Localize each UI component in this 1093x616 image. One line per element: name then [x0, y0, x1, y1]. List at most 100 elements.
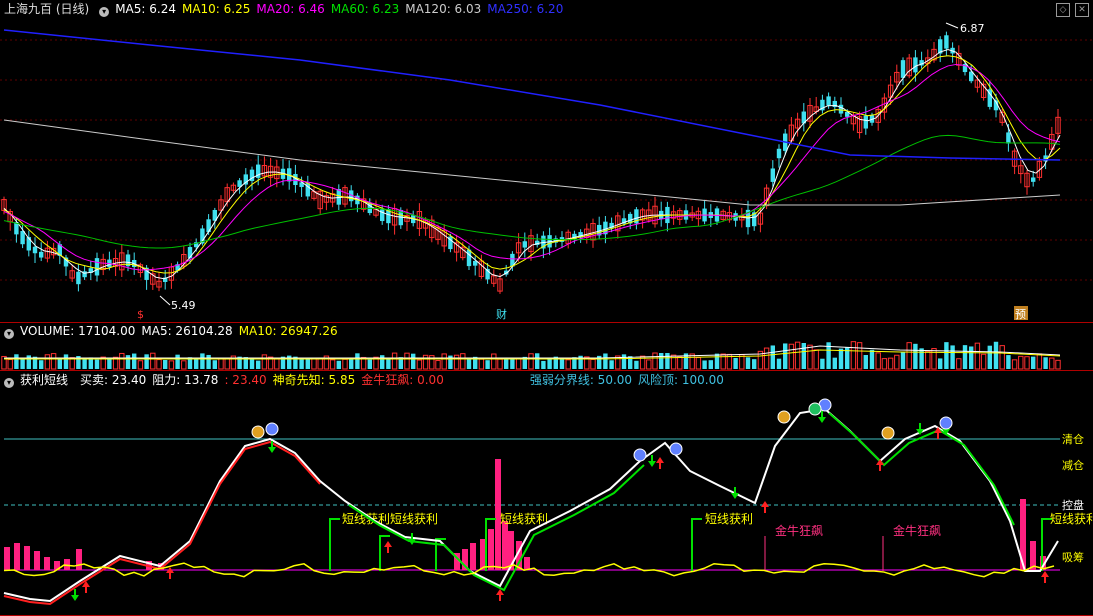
- volume-bar: [168, 360, 175, 370]
- sell-arrow-icon: [71, 595, 79, 601]
- volume-bar: [367, 359, 372, 369]
- low-price-label: 5.49: [171, 299, 196, 312]
- volume-bar: [329, 359, 336, 370]
- volume-bar: [944, 342, 949, 369]
- signal-bar: [34, 551, 40, 570]
- sad-face-icon: [265, 422, 279, 436]
- volume-bar: [850, 341, 857, 370]
- candle-body-down: [776, 148, 782, 159]
- buy-arrow-icon: [384, 541, 392, 547]
- volume-bar: [590, 359, 596, 370]
- volume-bar: [261, 354, 268, 370]
- volume-bar: [224, 358, 230, 370]
- volume-bar: [820, 358, 825, 369]
- volume-bar: [881, 358, 888, 370]
- signal-bar: [470, 543, 476, 570]
- signal-bar: [76, 549, 82, 570]
- volume-bar: [733, 357, 738, 369]
- volume-bar: [1031, 356, 1036, 369]
- volume-bar: [478, 358, 485, 370]
- candlestick-chart[interactable]: 6.87 5.49 $ 财 预: [0, 0, 1093, 322]
- volume-bar: [913, 343, 918, 369]
- indicator-label-3: 神奇先知: 5.85: [272, 373, 356, 387]
- volume-bar: [752, 359, 757, 369]
- low-pointer: [159, 295, 171, 306]
- volume-bar: [510, 359, 515, 369]
- volume-bar: [336, 360, 341, 369]
- volume-panel[interactable]: ▾ VOLUME: 17104.00 MA5: 26104.28 MA10: 2694…: [0, 322, 1093, 371]
- candle-body-down: [944, 35, 949, 49]
- indicator-name: 获利短线: [20, 373, 69, 387]
- volume-bar: [491, 353, 497, 370]
- volume-bar: [119, 352, 125, 370]
- candle-body-down: [863, 115, 868, 129]
- check-icon: [808, 402, 822, 416]
- ma120-line: [3, 119, 1061, 206]
- volume-bar: [776, 358, 782, 369]
- volume-bar: [82, 358, 87, 369]
- volume-bar: [956, 358, 962, 370]
- ma-label-3: MA60: 6.23: [330, 2, 400, 16]
- finance-marker: 财: [496, 307, 507, 321]
- volume-bar: [801, 342, 806, 369]
- volume-bar: [993, 341, 999, 369]
- volume-bar: [380, 355, 385, 369]
- signal-bar: [1030, 541, 1036, 570]
- ma-settings-icon[interactable]: ▾: [99, 7, 110, 17]
- volume-bar: [150, 352, 156, 370]
- volume-bar: [974, 342, 981, 370]
- short-profit-bracket: [691, 518, 702, 571]
- volume-bar: [894, 354, 900, 370]
- volume-bar: [535, 353, 540, 369]
- volume-bar: [311, 357, 317, 370]
- volume-bar: [832, 357, 837, 369]
- sad-face-icon: [939, 416, 953, 430]
- volume-bar: [875, 352, 881, 370]
- volume-ma5: MA5: 26104.28: [141, 324, 233, 338]
- volume-bar: [125, 355, 131, 369]
- volume-bar: [1018, 355, 1024, 370]
- volume-settings-icon[interactable]: ▾: [4, 329, 14, 339]
- candlestick-panel[interactable]: 6.87 5.49 $ 财 预 上海九百 (日线) ▾ MA5: 6.24 MA10: 6.2…: [0, 0, 1093, 323]
- signal-bar: [4, 547, 10, 570]
- short-profit-label: 短线获利: [705, 512, 753, 526]
- volume-bar: [969, 346, 974, 369]
- volume-bar: [565, 359, 571, 370]
- volume-bar: [317, 358, 323, 370]
- volume-bar: [218, 357, 224, 370]
- indicator-chart[interactable]: 清仓减仓控盘吸筹短线获利 短线获利 短线获利 短线获利 短线获利金牛狂飙 金牛狂飙: [0, 371, 1093, 615]
- volume-bar: [677, 356, 683, 370]
- candle-body-down: [39, 251, 44, 258]
- volume-bar: [634, 360, 639, 369]
- volume-bar: [435, 360, 441, 370]
- volume-bar: [559, 359, 565, 369]
- close-icon[interactable]: ✕: [1075, 3, 1089, 17]
- money-bag-icon: [251, 425, 265, 439]
- indicator-label-0: 买卖: 23.40: [80, 373, 147, 387]
- volume-bar: [7, 359, 13, 370]
- volume-bar: [299, 359, 304, 369]
- money-bag-icon: [777, 410, 791, 424]
- indicator-panel[interactable]: 清仓 减仓 控盘 吸筹 短线获利 短线获利 短线获利 短线获利 短线获利 金牛狂飙 金牛狂飙 ▾ 获利…: [0, 371, 1093, 616]
- candle-body-down: [94, 258, 100, 276]
- volume-bar: [422, 354, 429, 370]
- volume-bar: [702, 360, 707, 369]
- diamond-icon[interactable]: ◇: [1056, 3, 1070, 17]
- volume-bar: [869, 349, 875, 369]
- signal-bar: [502, 521, 508, 570]
- ma-label-5: MA250: 6.20: [487, 2, 564, 16]
- volume-bar: [763, 347, 770, 370]
- volume-bar: [342, 358, 348, 370]
- signal-bar: [14, 543, 20, 570]
- indicator-settings-icon[interactable]: ▾: [4, 378, 14, 388]
- indicator-label-5: 强弱分界线: 50.00: [529, 373, 633, 387]
- volume-bar: [249, 358, 255, 369]
- volume-bar: [206, 354, 211, 369]
- golden-bull-label: 金牛狂飙: [893, 523, 941, 538]
- sell-arrow-icon: [731, 493, 739, 499]
- volume-bar: [962, 345, 968, 369]
- volume-bar: [349, 358, 354, 369]
- sad-face-icon: [633, 448, 647, 462]
- candle-body-down: [76, 271, 81, 285]
- rising-line: [3, 440, 321, 606]
